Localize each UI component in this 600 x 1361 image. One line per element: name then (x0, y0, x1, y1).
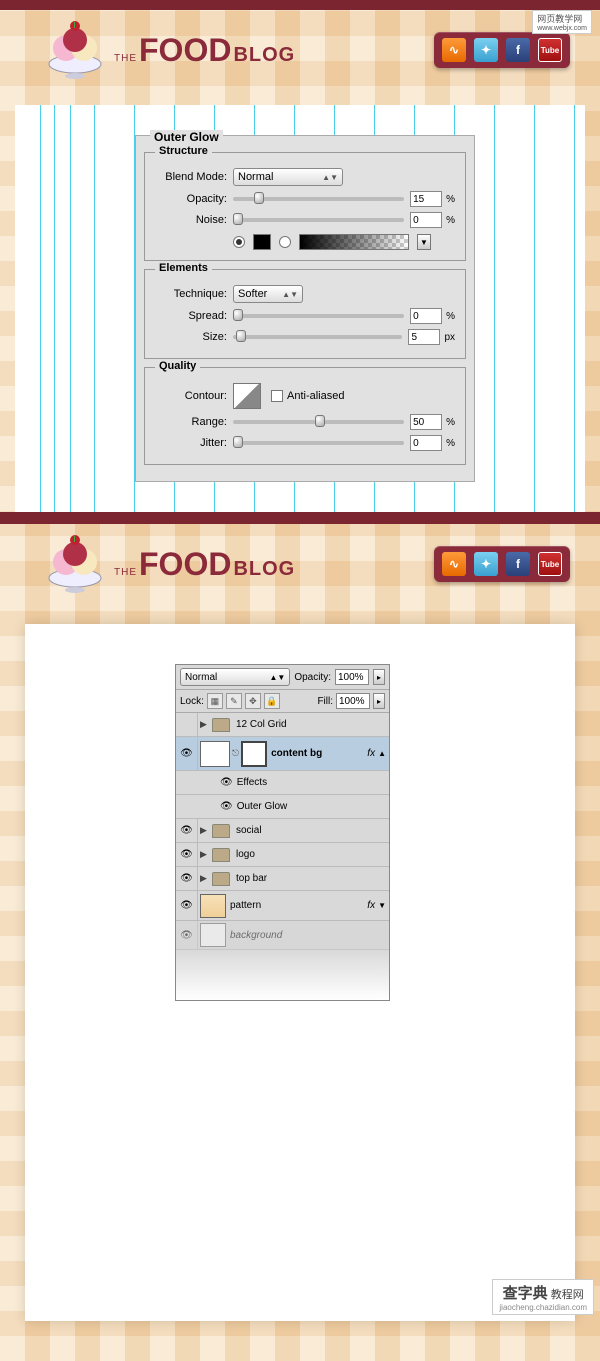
technique-select[interactable]: Softer▲▼ (233, 285, 303, 303)
layer-row-social[interactable]: 👁 ▶ social (176, 819, 389, 843)
social-bar: ∿ ✦ f Tube (434, 32, 570, 68)
header-1: THE FOOD BLOG ∿ ✦ f Tube 网页教学网 www.webjx… (0, 10, 600, 90)
layer-row-background[interactable]: 👁 background (176, 921, 389, 950)
layer-opacity-label: Opacity: (294, 672, 331, 683)
logo-blog: BLOG (233, 44, 295, 67)
color-swatch[interactable] (253, 234, 271, 250)
visibility-toggle[interactable]: 👁 (176, 737, 198, 770)
visibility-toggle[interactable]: 👁 (176, 819, 198, 842)
gradient-swatch[interactable] (299, 234, 409, 250)
social-bar: ∿ ✦ f Tube (434, 546, 570, 582)
panel-title: Outer Glow (150, 130, 223, 144)
ice-cream-bowl-icon (40, 534, 110, 594)
content-bg: Normal▲▼ Opacity: 100% ▸ Lock: ▦ ✎ ✥ 🔒 F… (25, 624, 575, 1321)
jitter-input[interactable]: 0 (410, 435, 442, 451)
layer-thumbnail (200, 894, 226, 918)
range-label: Range: (155, 416, 227, 428)
layers-panel: Normal▲▼ Opacity: 100% ▸ Lock: ▦ ✎ ✥ 🔒 F… (175, 664, 390, 1001)
spread-input[interactable]: 0 (410, 308, 442, 324)
divider-bar (0, 512, 600, 524)
layer-row-logo[interactable]: 👁▶ logo (176, 843, 389, 867)
facebook-icon[interactable]: f (506, 38, 530, 62)
opacity-stepper-icon[interactable]: ▸ (373, 669, 385, 685)
size-input[interactable]: 5 (408, 329, 440, 345)
fx-disclosure-icon[interactable]: ▲ (378, 749, 386, 758)
quality-group: Quality Contour: Anti-aliased Range: 50 … (144, 367, 466, 465)
layer-effects-row[interactable]: 👁Effects (176, 771, 389, 795)
lock-transparency-icon[interactable]: ▦ (207, 693, 223, 709)
range-input[interactable]: 50 (410, 414, 442, 430)
fill-label: Fill: (317, 696, 333, 707)
blend-mode-label: Blend Mode: (155, 171, 227, 183)
gradient-dropdown-icon[interactable]: ▼ (417, 234, 431, 250)
layer-row-grid[interactable]: ▶ 12 Col Grid (176, 713, 389, 737)
watermark-top: 网页教学网 www.webjx.com (532, 10, 592, 34)
lock-pixels-icon[interactable]: ✎ (226, 693, 242, 709)
youtube-icon[interactable]: Tube (538, 552, 562, 576)
layer-thumbnail (200, 741, 230, 767)
layer-mask-thumbnail (241, 741, 267, 767)
blend-mode-select[interactable]: Normal▲▼ (233, 168, 343, 186)
spread-label: Spread: (155, 310, 227, 322)
lock-all-icon[interactable]: 🔒 (264, 693, 280, 709)
noise-input[interactable]: 0 (410, 212, 442, 228)
noise-slider[interactable] (233, 218, 404, 222)
twitter-icon[interactable]: ✦ (474, 38, 498, 62)
guides-area: Outer Glow Structure Blend Mode: Normal▲… (15, 105, 585, 512)
elements-group: Elements Technique: Softer▲▼ Spread: 0 %… (144, 269, 466, 359)
noise-label: Noise: (155, 214, 227, 226)
anti-alias-label: Anti-aliased (287, 390, 344, 402)
ice-cream-bowl-icon (40, 20, 110, 80)
logo: THE FOOD BLOG (40, 534, 295, 594)
facebook-icon[interactable]: f (506, 552, 530, 576)
color-radio[interactable] (233, 236, 245, 248)
structure-group: Structure Blend Mode: Normal▲▼ Opacity: … (144, 152, 466, 261)
contour-picker[interactable] (233, 383, 261, 409)
lock-label: Lock: (180, 696, 204, 707)
range-slider[interactable] (233, 420, 404, 424)
logo-food: FOOD (139, 32, 231, 69)
fill-stepper-icon[interactable]: ▸ (373, 693, 385, 709)
layer-blend-select[interactable]: Normal▲▼ (180, 668, 290, 686)
top-bar (0, 0, 600, 10)
watermark-bottom: 查字典 教程网 jiaocheng.chazidian.com (492, 1279, 594, 1315)
opacity-slider[interactable] (233, 197, 404, 201)
folder-icon (212, 718, 230, 732)
size-slider[interactable] (233, 335, 402, 339)
layer-row-pattern[interactable]: 👁 pattern fx ▼ (176, 891, 389, 921)
twitter-icon[interactable]: ✦ (474, 552, 498, 576)
anti-alias-checkbox[interactable] (271, 390, 283, 402)
logo-the: THE (114, 53, 137, 64)
gradient-radio[interactable] (279, 236, 291, 248)
opacity-input[interactable]: 15 (410, 191, 442, 207)
technique-label: Technique: (155, 288, 227, 300)
disclosure-icon[interactable]: ▶ (200, 719, 210, 730)
logo: THE FOOD BLOG (40, 20, 295, 80)
youtube-icon[interactable]: Tube (538, 38, 562, 62)
rss-icon[interactable]: ∿ (442, 38, 466, 62)
jitter-slider[interactable] (233, 441, 404, 445)
layer-row-topbar[interactable]: 👁▶ top bar (176, 867, 389, 891)
size-label: Size: (155, 331, 227, 343)
opacity-label: Opacity: (155, 193, 227, 205)
spread-slider[interactable] (233, 314, 404, 318)
jitter-label: Jitter: (155, 437, 227, 449)
fill-input[interactable]: 100% (336, 693, 370, 709)
layer-style-panel: Outer Glow Structure Blend Mode: Normal▲… (135, 135, 475, 482)
contour-label: Contour: (155, 390, 227, 402)
lock-position-icon[interactable]: ✥ (245, 693, 261, 709)
layer-opacity-input[interactable]: 100% (335, 669, 369, 685)
panel-fade (176, 950, 389, 1000)
layer-row-content-bg[interactable]: 👁 ⎋ content bg fx ▲ (176, 737, 389, 771)
layer-effect-outer-glow[interactable]: 👁Outer Glow (176, 795, 389, 819)
header-2: THE FOOD BLOG ∿ ✦ f Tube (0, 524, 600, 604)
rss-icon[interactable]: ∿ (442, 552, 466, 576)
visibility-toggle[interactable] (176, 713, 198, 736)
